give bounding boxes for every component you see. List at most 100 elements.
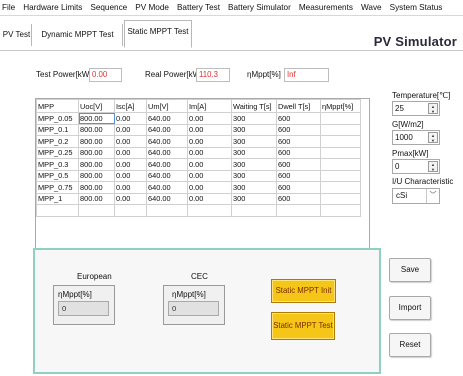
- tab-pv-test[interactable]: PV Test: [2, 24, 32, 46]
- table-cell[interactable]: 800.00: [78, 146, 115, 159]
- table-cell[interactable]: [114, 204, 147, 217]
- static-mppt-init-button[interactable]: Static MPPT Init: [271, 279, 336, 303]
- table-cell[interactable]: 600: [276, 123, 321, 136]
- table-cell[interactable]: 300: [231, 169, 277, 182]
- table-cell[interactable]: 600: [276, 158, 321, 171]
- tab-static-mppt-test[interactable]: Static MPPT Test: [124, 20, 192, 48]
- table-cell[interactable]: 300: [231, 135, 277, 148]
- table-cell[interactable]: 0.00: [114, 123, 147, 136]
- table-cell[interactable]: 0.00: [187, 135, 232, 148]
- table-cell[interactable]: 0.00: [187, 112, 232, 125]
- table-cell[interactable]: 600: [276, 181, 321, 194]
- down-arrow-icon[interactable]: ▼: [429, 167, 437, 172]
- table-cell[interactable]: 600: [276, 146, 321, 159]
- menu-file[interactable]: File: [0, 0, 19, 16]
- iu-characteristic-select[interactable]: cSi ﹀: [392, 188, 440, 204]
- table-cell[interactable]: [320, 112, 361, 125]
- table-cell[interactable]: MPP_0.5: [36, 169, 79, 182]
- table-cell[interactable]: 640.00: [146, 169, 188, 182]
- table-cell[interactable]: 640.00: [146, 112, 188, 125]
- table-cell[interactable]: 0.00: [114, 158, 147, 171]
- menu-hardware-limits[interactable]: Hardware Limits: [19, 0, 86, 16]
- table-cell[interactable]: MPP_0.75: [36, 181, 79, 194]
- table-cell[interactable]: 0.00: [114, 181, 147, 194]
- table-cell[interactable]: [276, 204, 321, 217]
- table-cell[interactable]: 600: [276, 192, 321, 205]
- table-cell[interactable]: 300: [231, 123, 277, 136]
- table-cell[interactable]: MPP_0.2: [36, 135, 79, 148]
- table-cell[interactable]: 0.00: [187, 192, 232, 205]
- table-cell[interactable]: 640.00: [146, 158, 188, 171]
- table-cell[interactable]: [78, 204, 115, 217]
- table-cell[interactable]: 0.00: [187, 123, 232, 136]
- menu-battery-simulator[interactable]: Battery Simulator: [224, 0, 295, 16]
- table-cell[interactable]: 600: [276, 169, 321, 182]
- spinner-arrows[interactable]: ▲ ▼: [428, 161, 438, 172]
- table-cell[interactable]: MPP_1: [36, 192, 79, 205]
- table-row[interactable]: MPP_0.75 800.00 0.00 640.00 0.00 300 600: [36, 181, 361, 194]
- table-cell[interactable]: 0.00: [114, 146, 147, 159]
- table-row[interactable]: MPP_0.2 800.00 0.00 640.00 0.00 300 600: [36, 135, 361, 148]
- table-cell[interactable]: 640.00: [146, 123, 188, 136]
- table-cell[interactable]: 0.00: [114, 192, 147, 205]
- menu-battery-test[interactable]: Battery Test: [173, 0, 224, 16]
- table-row-empty[interactable]: [36, 204, 361, 217]
- table-cell[interactable]: 0.00: [114, 169, 147, 182]
- tab-dynamic-mppt-test[interactable]: Dynamic MPPT Test: [33, 24, 123, 46]
- table-cell[interactable]: [231, 204, 277, 217]
- table-cell[interactable]: 800.00: [78, 123, 115, 136]
- menu-wave[interactable]: Wave: [357, 0, 386, 16]
- down-arrow-icon[interactable]: ▼: [429, 109, 437, 114]
- table-cell[interactable]: 0.00: [187, 169, 232, 182]
- table-cell[interactable]: 800.00: [78, 192, 115, 205]
- table-cell[interactable]: 0.00: [114, 112, 147, 125]
- table-cell[interactable]: [320, 181, 361, 194]
- table-cell[interactable]: 600: [276, 112, 321, 125]
- table-cell[interactable]: MPP_0.3: [36, 158, 79, 171]
- table-cell[interactable]: 600: [276, 135, 321, 148]
- menu-measurements[interactable]: Measurements: [295, 0, 357, 16]
- table-cell[interactable]: MPP_0.25: [36, 146, 79, 159]
- chevron-down-icon[interactable]: ﹀: [426, 189, 439, 203]
- table-cell[interactable]: 640.00: [146, 135, 188, 148]
- table-cell[interactable]: MPP_0.1: [36, 123, 79, 136]
- table-cell[interactable]: 0.00: [114, 135, 147, 148]
- table-row[interactable]: MPP_1 800.00 0.00 640.00 0.00 300 600: [36, 192, 361, 205]
- table-cell[interactable]: 800.00: [78, 169, 115, 182]
- import-button[interactable]: Import: [389, 296, 431, 320]
- static-mppt-test-button[interactable]: Static MPPT Test: [271, 312, 335, 340]
- table-row[interactable]: MPP_0.1 800.00 0.00 640.00 0.00 300 600: [36, 123, 361, 136]
- table-cell[interactable]: 300: [231, 146, 277, 159]
- table-cell[interactable]: [320, 123, 361, 136]
- table-row[interactable]: MPP_0.5 800.00 0.00 640.00 0.00 300 600: [36, 169, 361, 182]
- table-cell[interactable]: 0.00: [187, 146, 232, 159]
- table-cell[interactable]: 300: [231, 112, 277, 125]
- spinner-arrows[interactable]: ▲ ▼: [428, 103, 438, 114]
- table-cell[interactable]: 0.00: [187, 158, 232, 171]
- table-cell[interactable]: [320, 169, 361, 182]
- save-button[interactable]: Save: [389, 258, 431, 282]
- down-arrow-icon[interactable]: ▼: [429, 138, 437, 143]
- table-cell-selected[interactable]: 800.00: [78, 112, 115, 125]
- table-cell[interactable]: [36, 204, 79, 217]
- table-cell[interactable]: 800.00: [78, 135, 115, 148]
- reset-button[interactable]: Reset: [389, 333, 431, 357]
- table-cell[interactable]: 640.00: [146, 146, 188, 159]
- table-cell[interactable]: [320, 135, 361, 148]
- table-cell[interactable]: [187, 204, 232, 217]
- irradiance-spinner[interactable]: 1000 ▲ ▼: [392, 130, 440, 145]
- pmax-spinner[interactable]: 0 ▲ ▼: [392, 159, 440, 174]
- spinner-arrows[interactable]: ▲ ▼: [428, 132, 438, 143]
- table-cell[interactable]: 640.00: [146, 181, 188, 194]
- temperature-spinner[interactable]: 25 ▲ ▼: [392, 101, 440, 116]
- table-cell[interactable]: 300: [231, 181, 277, 194]
- table-cell[interactable]: [320, 204, 361, 217]
- table-row[interactable]: MPP_0.25 800.00 0.00 640.00 0.00 300 600: [36, 146, 361, 159]
- table-cell[interactable]: 300: [231, 192, 277, 205]
- menu-sequence[interactable]: Sequence: [86, 0, 131, 16]
- table-cell[interactable]: 800.00: [78, 158, 115, 171]
- table-row[interactable]: MPP_0.3 800.00 0.00 640.00 0.00 300 600: [36, 158, 361, 171]
- table-cell[interactable]: 640.00: [146, 192, 188, 205]
- table-cell[interactable]: [320, 146, 361, 159]
- table-cell[interactable]: [146, 204, 188, 217]
